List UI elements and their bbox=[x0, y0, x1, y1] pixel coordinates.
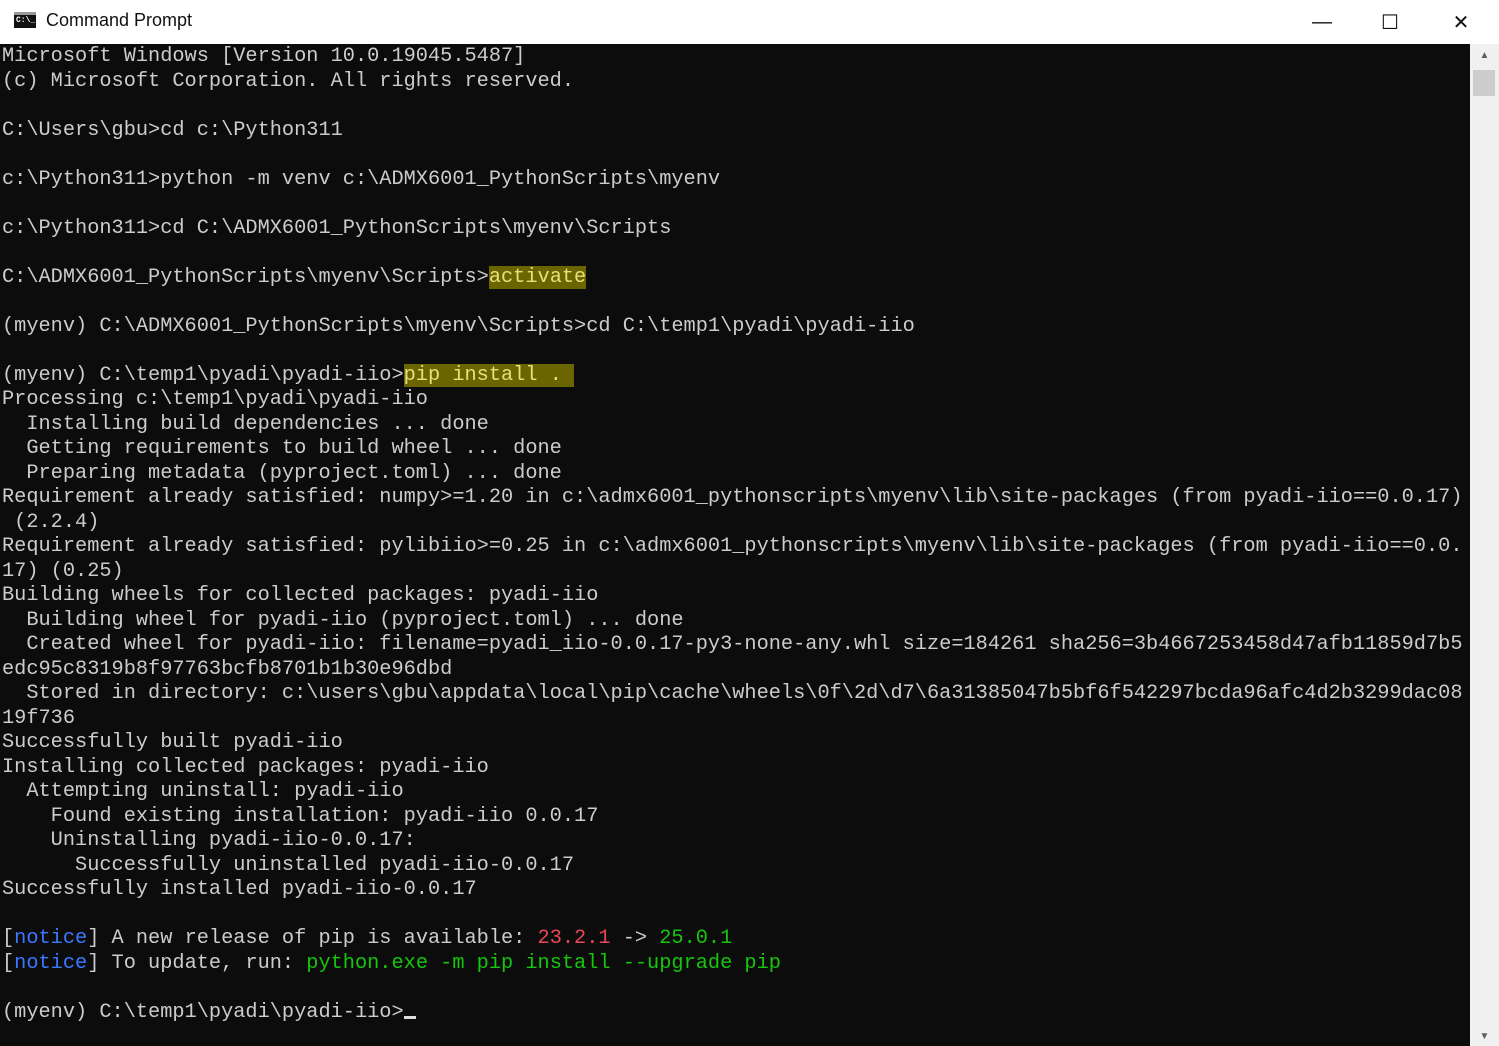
console-line: Attempting uninstall: pyadi-iio bbox=[2, 780, 404, 805]
console-text: 19f736 bbox=[2, 706, 76, 730]
console-line: c:\Python311>python -m venv c:\ADMX6001_… bbox=[2, 168, 720, 193]
console-line: Requirement already satisfied: pylibiio>… bbox=[2, 535, 1463, 560]
maximize-button[interactable]: ☐ bbox=[1356, 0, 1424, 44]
console-line: [notice] A new release of pip is availab… bbox=[2, 927, 732, 952]
console-line: Found existing installation: pyadi-iio 0… bbox=[2, 804, 599, 830]
console-text: ] A new release of pip is available: bbox=[87, 927, 538, 950]
console-line: (myenv) C:\ADMX6001_PythonScripts\myenv\… bbox=[2, 315, 915, 340]
console-text: [ bbox=[2, 927, 15, 950]
console-text: Requirement already satisfied: pylibiio>… bbox=[2, 535, 1463, 558]
notice-tag: notice bbox=[14, 951, 88, 975]
window-title: Command Prompt bbox=[46, 10, 193, 30]
console-line: 19f736 bbox=[2, 707, 75, 732]
cmd-icon: C:\_ bbox=[14, 12, 36, 28]
console-line: Installing build dependencies ... done bbox=[2, 413, 489, 438]
console-text: Building wheels for collected packages: … bbox=[2, 584, 599, 607]
console-text: C:\Users\gbu>cd c:\Python311 bbox=[2, 118, 343, 142]
console-output[interactable]: Microsoft Windows [Version 10.0.19045.54… bbox=[0, 44, 1470, 1046]
console-line: 17) (0.25) bbox=[2, 560, 124, 585]
console-text: c:\Python311>python -m venv c:\ADMX6001_… bbox=[2, 167, 721, 191]
scrollbar-thumb[interactable] bbox=[1473, 70, 1495, 96]
console-text: Created wheel for pyadi-iio: filename=py… bbox=[2, 633, 1463, 656]
console-text: Uninstalling pyadi-iio-0.0.17: bbox=[2, 829, 416, 852]
console-text: [ bbox=[2, 951, 15, 975]
console-text: Requirement already satisfied: numpy>=1.… bbox=[2, 486, 1463, 509]
console-line: Preparing metadata (pyproject.toml) ... … bbox=[2, 462, 562, 487]
console-text: Building wheel for pyadi-iio (pyproject.… bbox=[2, 608, 684, 632]
console-line: Installing collected packages: pyadi-iio bbox=[2, 756, 489, 781]
console-text: 25.0.1 bbox=[659, 927, 733, 950]
console-text: Successfully installed pyadi-iio-0.0.17 bbox=[2, 878, 477, 901]
console-line: Getting requirements to build wheel ... … bbox=[2, 437, 562, 462]
console-line: (myenv) C:\temp1\pyadi\pyadi-iio> bbox=[2, 1001, 416, 1026]
console-line: Successfully uninstalled pyadi-iio-0.0.1… bbox=[2, 854, 574, 879]
console-line: (2.2.4) bbox=[2, 511, 99, 536]
scroll-up-icon[interactable]: ▲ bbox=[1470, 50, 1499, 61]
console-text: 23.2.1 bbox=[537, 927, 611, 950]
console-line: (c) Microsoft Corporation. All rights re… bbox=[2, 70, 574, 95]
console-text: Microsoft Windows [Version 10.0.19045.54… bbox=[2, 45, 526, 68]
console-text: c:\Python311>cd C:\ADMX6001_PythonScript… bbox=[2, 216, 672, 240]
console-text: (c) Microsoft Corporation. All rights re… bbox=[2, 69, 575, 93]
console-line: [notice] To update, run: python.exe -m p… bbox=[2, 952, 781, 977]
console-text: (myenv) C:\ADMX6001_PythonScripts\myenv\… bbox=[2, 314, 915, 338]
console-line: Processing c:\temp1\pyadi\pyadi-iio bbox=[2, 388, 428, 413]
notice-tag: notice bbox=[14, 927, 88, 950]
console-line: Stored in directory: c:\users\gbu\appdat… bbox=[2, 682, 1463, 707]
console-line: C:\Users\gbu>cd c:\Python311 bbox=[2, 119, 343, 144]
scroll-down-icon[interactable]: ▼ bbox=[1470, 1031, 1499, 1042]
text-cursor bbox=[403, 1015, 416, 1019]
console-text: python.exe -m pip install --upgrade pip bbox=[306, 951, 781, 975]
console-text: Processing c:\temp1\pyadi\pyadi-iio bbox=[2, 388, 428, 411]
console-line: c:\Python311>cd C:\ADMX6001_PythonScript… bbox=[2, 217, 671, 242]
console-line: Building wheels for collected packages: … bbox=[2, 584, 598, 609]
console-text: (myenv) C:\temp1\pyadi\pyadi-iio> bbox=[2, 363, 404, 387]
highlighted-command: activate bbox=[488, 265, 587, 289]
console-line: Uninstalling pyadi-iio-0.0.17: bbox=[2, 829, 416, 854]
console-text: (2.2.4) bbox=[2, 510, 100, 534]
minimize-button[interactable]: — bbox=[1288, 0, 1356, 44]
vertical-scrollbar[interactable]: ▲ ▼ bbox=[1470, 44, 1499, 1046]
console-line: (myenv) C:\temp1\pyadi\pyadi-iio>pip ins… bbox=[2, 363, 575, 389]
console-line: Microsoft Windows [Version 10.0.19045.54… bbox=[2, 45, 525, 70]
console-line: edc95c8319b8f97763bcfb8701b1b30e96dbd bbox=[2, 658, 452, 683]
console-text: 17) (0.25) bbox=[2, 559, 124, 583]
console-line: Created wheel for pyadi-iio: filename=py… bbox=[2, 633, 1463, 658]
console-text: Installing collected packages: pyadi-iio bbox=[2, 755, 489, 779]
console-text: Getting requirements to build wheel ... … bbox=[2, 437, 562, 460]
console-text: Preparing metadata (pyproject.toml) ... … bbox=[2, 461, 562, 485]
console-line: Successfully built pyadi-iio bbox=[2, 731, 343, 756]
console-text: Attempting uninstall: pyadi-iio bbox=[2, 780, 404, 803]
console-line: C:\ADMX6001_PythonScripts\myenv\Scripts>… bbox=[2, 265, 587, 291]
console-text: (myenv) C:\temp1\pyadi\pyadi-iio> bbox=[2, 1000, 404, 1024]
console-line: Requirement already satisfied: numpy>=1.… bbox=[2, 486, 1463, 511]
console-text: Installing build dependencies ... done bbox=[2, 412, 489, 436]
console-text: Stored in directory: c:\users\gbu\appdat… bbox=[2, 682, 1463, 705]
console-text: C:\ADMX6001_PythonScripts\myenv\Scripts> bbox=[2, 265, 489, 289]
console-text: Successfully built pyadi-iio bbox=[2, 731, 343, 754]
close-button[interactable]: ✕ bbox=[1427, 0, 1495, 44]
console-text: Successfully uninstalled pyadi-iio-0.0.1… bbox=[2, 853, 575, 877]
console-text: ] To update, run: bbox=[87, 951, 307, 975]
console-text: -> bbox=[610, 927, 660, 950]
console-text: Found existing installation: pyadi-iio 0… bbox=[2, 804, 599, 828]
console-text: edc95c8319b8f97763bcfb8701b1b30e96dbd bbox=[2, 657, 453, 681]
title-bar: C:\_ Command Prompt — ☐ ✕ bbox=[0, 0, 1499, 44]
console-line: Building wheel for pyadi-iio (pyproject.… bbox=[2, 608, 684, 634]
highlighted-command: pip install . bbox=[403, 363, 575, 387]
console-line: Successfully installed pyadi-iio-0.0.17 bbox=[2, 878, 477, 903]
